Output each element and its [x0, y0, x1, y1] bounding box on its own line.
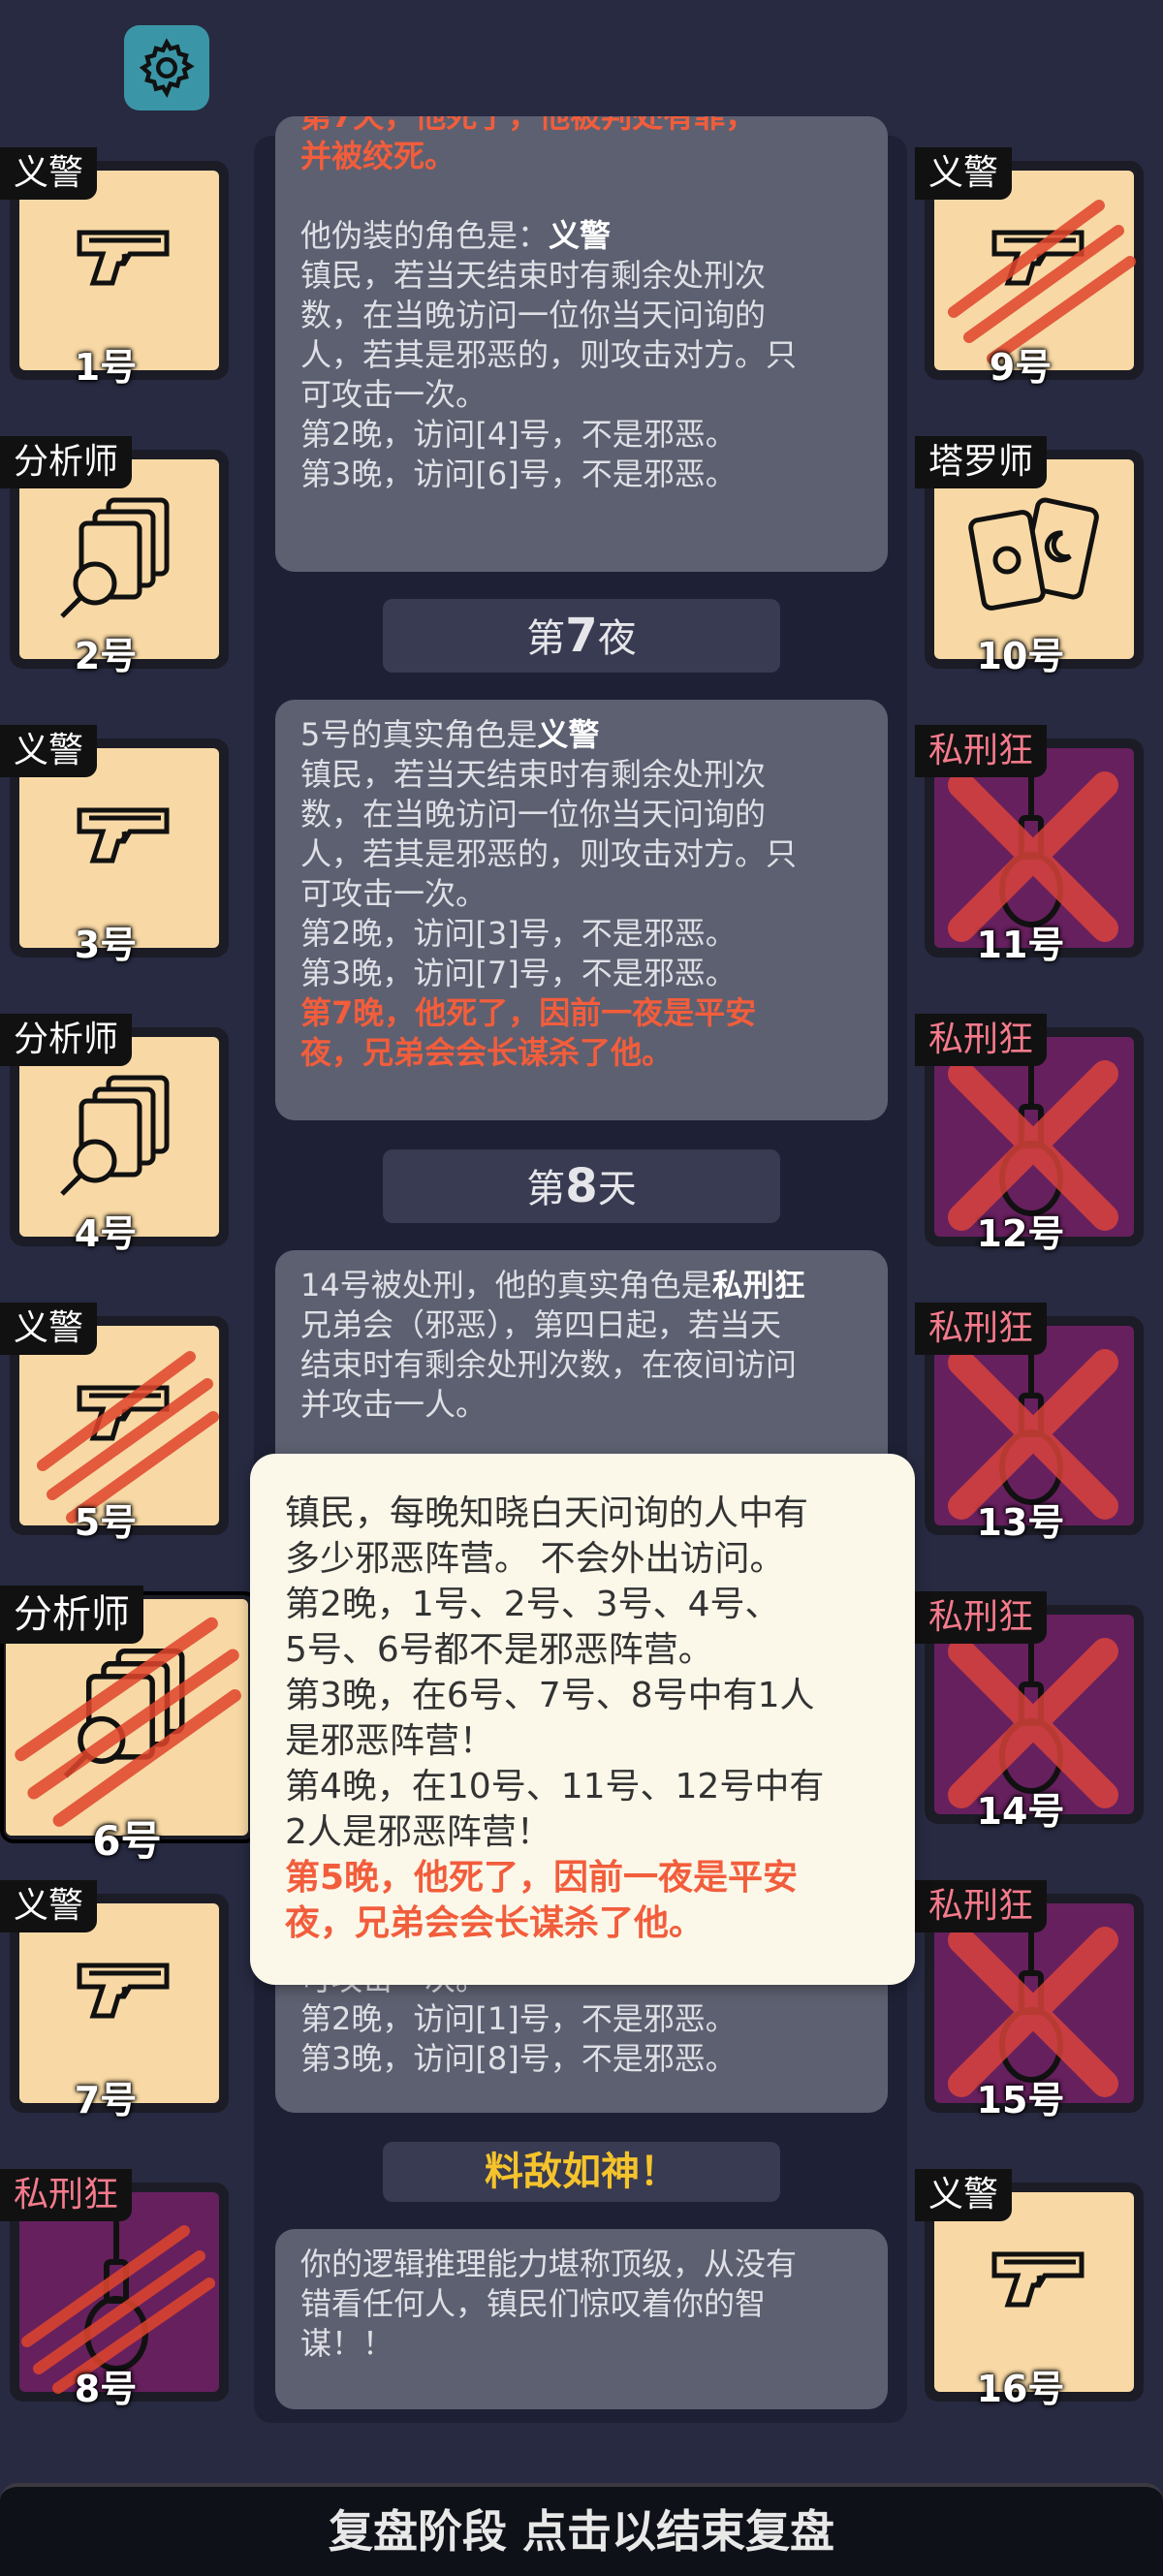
role-tag: 塔罗师	[915, 436, 1048, 488]
player-number: 2号	[74, 635, 138, 677]
player-number: 16号	[976, 2368, 1065, 2410]
log-panel-day7: 第7天，他死了，他被判处有罪， 并被绞死。 他伪装的角色是：义警 镇民，若当天结…	[275, 116, 888, 572]
role-info-popup[interactable]: 镇民，每晚知晓白天问询的人中有 多少邪恶阵营。 不会外出访问。 第2晚，1号、2…	[250, 1454, 915, 1985]
player-card-11[interactable]: 私刑狂 11号	[915, 725, 1144, 966]
role-desc: 人，若其是邪恶的，则攻击对方。只	[300, 336, 798, 373]
role-tag: 义警	[0, 1303, 98, 1355]
role-tag: 义警	[0, 147, 98, 200]
player-card-5[interactable]: 义警 5号	[0, 1303, 229, 1544]
player-card-6[interactable]: 分析师 6号	[0, 1586, 258, 1865]
role-tag: 私刑狂	[915, 1880, 1048, 1932]
player-number: 13号	[976, 1501, 1065, 1544]
player-card-8[interactable]: 私刑狂 8号	[0, 2169, 229, 2410]
player-card-12[interactable]: 私刑狂 12号	[915, 1014, 1144, 1255]
role-tag: 私刑狂	[915, 1591, 1048, 1644]
role-desc: 可攻击一次。	[300, 376, 487, 413]
player-number: 4号	[74, 1212, 138, 1255]
role-tag: 义警	[0, 1880, 98, 1932]
end-review-button[interactable]: 复盘阶段 点击以结束复盘	[0, 2483, 1163, 2576]
death-line: 第7天，他死了，他被判处有罪，	[300, 116, 757, 135]
player-card-4[interactable]: 分析师 4号	[0, 1014, 229, 1255]
player-number: 5号	[74, 1501, 138, 1544]
role-tag: 私刑狂	[915, 725, 1048, 777]
player-card-13[interactable]: 私刑狂 13号	[915, 1303, 1144, 1544]
role-tag: 私刑狂	[0, 2169, 133, 2221]
role-desc: 数，在当晚访问一位你当天问询的	[300, 297, 767, 333]
night-record: 第2晚，访问[4]号，不是邪恶。	[300, 416, 737, 453]
role-tag: 义警	[0, 725, 98, 777]
divider-day-8: 第8天	[383, 1149, 780, 1223]
log-panel-night7: 5号的真实角色是义警 镇民，若当天结束时有剩余处刑次 数，在当晚访问一位你当天问…	[275, 700, 888, 1120]
settings-button[interactable]	[124, 25, 209, 110]
player-number: 8号	[74, 2368, 138, 2410]
role-tag: 分析师	[0, 436, 133, 488]
role-tag: 义警	[915, 147, 1013, 200]
role-desc: 镇民，若当天结束时有剩余处刑次	[300, 257, 767, 294]
player-card-14[interactable]: 私刑狂 14号	[915, 1591, 1144, 1833]
result-banner: 料敌如神！	[383, 2142, 780, 2202]
player-number: 12号	[976, 1212, 1065, 1255]
role-tag: 分析师	[0, 1014, 133, 1066]
player-number: 15号	[976, 2079, 1065, 2121]
player-number: 10号	[976, 635, 1065, 677]
player-card-9[interactable]: 义警 9号	[915, 147, 1144, 389]
player-number: 7号	[74, 2079, 138, 2121]
player-number: 11号	[976, 924, 1065, 966]
night-record: 第3晚，访问[6]号，不是邪恶。	[300, 456, 737, 492]
divider-night-7: 第7夜	[383, 599, 780, 673]
player-number: 6号	[92, 1817, 162, 1865]
player-card-7[interactable]: 义警 7号	[0, 1880, 229, 2121]
role-tag: 私刑狂	[915, 1303, 1048, 1355]
player-number: 9号	[989, 346, 1053, 389]
disguise-line: 他伪装的角色是：义警	[300, 217, 612, 254]
player-number: 1号	[74, 346, 138, 389]
player-number: 3号	[74, 924, 138, 966]
player-card-16[interactable]: 义警 16号	[915, 2169, 1144, 2410]
role-tag: 义警	[915, 2169, 1013, 2221]
player-card-15[interactable]: 私刑狂 15号	[915, 1880, 1144, 2121]
player-card-3[interactable]: 义警 3号	[0, 725, 229, 966]
player-card-10[interactable]: 塔罗师 10号	[915, 436, 1144, 677]
player-card-2[interactable]: 分析师 2号	[0, 436, 229, 677]
player-card-1[interactable]: 义警 1号	[0, 147, 229, 389]
death-line: 并被绞死。	[300, 138, 456, 174]
player-number: 14号	[976, 1790, 1065, 1833]
role-tag: 私刑狂	[915, 1014, 1048, 1066]
log-panel-result: 你的逻辑推理能力堪称顶级，从没有 错看任何人，镇民们惊叹着你的智 谋！！	[275, 2229, 888, 2409]
gear-icon	[139, 38, 195, 99]
role-tag: 分析师	[0, 1586, 143, 1644]
